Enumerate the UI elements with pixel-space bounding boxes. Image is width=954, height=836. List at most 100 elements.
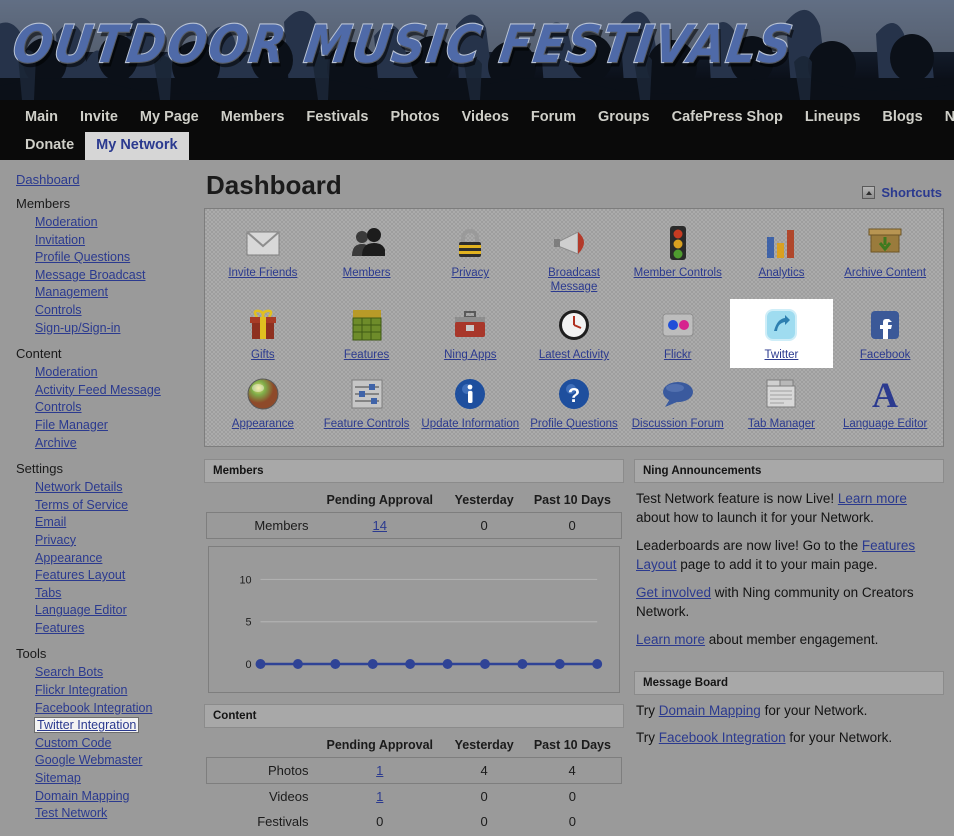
nav-item-blogs[interactable]: Blogs [871,104,933,132]
sidebar-link-tools-sitemap[interactable]: Sitemap [35,771,81,785]
sidebar-link-settings-privacy[interactable]: Privacy [35,533,76,547]
nav-item-festivals[interactable]: Festivals [295,104,379,132]
shortcut-tile-feature-controls[interactable]: Feature Controls [315,368,419,437]
list-item[interactable]: Test Network [35,805,195,823]
list-item[interactable]: Sign-up/Sign-in [35,320,195,338]
sidebar-link-settings-features[interactable]: Features [35,621,84,635]
nav-item-invite[interactable]: Invite [69,104,129,132]
nav-item-groups[interactable]: Groups [587,104,661,132]
list-item[interactable]: Sitemap [35,770,195,788]
nav-item-notes[interactable]: Notes [934,104,954,132]
shortcut-label-twitter[interactable]: Twitter [765,349,799,361]
list-item[interactable]: Google Webmaster [35,752,195,770]
announcement-link[interactable]: Learn more [636,632,705,647]
shortcut-tile-archive-content[interactable]: Archive Content [833,217,937,299]
sidebar-link-content-activity-feed-message[interactable]: Activity Feed Message [35,383,161,397]
sidebar-link-settings-terms-of-service[interactable]: Terms of Service [35,498,128,512]
announcement-link[interactable]: Get involved [636,585,711,600]
list-item[interactable]: Facebook Integration [35,700,195,718]
sidebar-link-settings-language-editor[interactable]: Language Editor [35,603,127,617]
sidebar-link-settings-email[interactable]: Email [35,515,66,529]
shortcut-tile-flickr[interactable]: Flickr [626,299,730,368]
shortcut-label-feature-controls[interactable]: Feature Controls [324,418,410,430]
nav-item-my-page[interactable]: My Page [129,104,210,132]
shortcut-label-archive-content[interactable]: Archive Content [844,267,926,279]
sidebar-link-tools-test-network[interactable]: Test Network [35,806,107,820]
sidebar-link-members-signup-signin[interactable]: Sign-up/Sign-in [35,321,120,335]
shortcut-tile-profile-questions[interactable]: ? Profile Questions [522,368,626,437]
list-item[interactable]: Invitation [35,232,195,250]
sidebar-link-tools-domain-mapping[interactable]: Domain Mapping [35,789,130,803]
shortcut-label-member-controls[interactable]: Member Controls [634,267,722,279]
list-item[interactable]: Domain Mapping [35,788,195,806]
sidebar-link-settings-appearance[interactable]: Appearance [35,551,102,565]
message-board-link[interactable]: Facebook Integration [659,730,786,745]
sidebar-link-settings-tabs[interactable]: Tabs [35,586,61,600]
list-item[interactable]: Terms of Service [35,497,195,515]
shortcut-label-members[interactable]: Members [343,267,391,279]
shortcut-tile-member-controls[interactable]: Member Controls [626,217,730,299]
list-item[interactable]: Search Bots [35,664,195,682]
shortcut-label-features[interactable]: Features [344,349,389,361]
shortcut-tile-discussion-forum[interactable]: Discussion Forum [626,368,730,437]
members-pending-link[interactable]: 14 [373,518,387,533]
sidebar-link-tools-twitter-integration[interactable]: Twitter Integration [33,717,140,734]
sidebar-link-dashboard[interactable]: Dashboard [16,172,80,187]
sidebar-link-members-moderation[interactable]: Moderation [35,215,98,229]
photos-pending-link[interactable]: 1 [376,763,383,778]
list-item[interactable]: Custom Code [35,735,195,753]
shortcut-tile-update-information[interactable]: Update Information [418,368,522,437]
shortcut-label-profile-questions[interactable]: Profile Questions [530,418,618,430]
shortcut-tile-latest-activity[interactable]: Latest Activity [522,299,626,368]
shortcut-label-gifts[interactable]: Gifts [251,349,275,361]
list-item[interactable]: Message Broadcast [35,267,195,285]
list-item[interactable]: Network Details [35,479,195,497]
sidebar-link-content-controls[interactable]: Controls [35,400,82,414]
list-item[interactable]: File Manager [35,417,195,435]
videos-pending-link[interactable]: 1 [376,789,383,804]
shortcut-label-flickr[interactable]: Flickr [664,349,691,361]
nav-item-cafepress-shop[interactable]: CafePress Shop [661,104,794,132]
list-item[interactable]: Profile Questions [35,249,195,267]
nav-item-my-network[interactable]: My Network [85,132,189,160]
sidebar-link-tools-flickr-integration[interactable]: Flickr Integration [35,683,127,697]
sidebar-link-members-message-broadcast[interactable]: Message Broadcast [35,268,145,282]
shortcut-label-analytics[interactable]: Analytics [758,267,804,279]
shortcut-label-ning-apps[interactable]: Ning Apps [444,349,496,361]
sidebar-item-dashboard[interactable]: Dashboard [16,172,195,187]
shortcut-tile-tab-manager[interactable]: Tab Manager [730,368,834,437]
shortcut-label-broadcast-message[interactable]: Broadcast Message [548,267,600,293]
collapse-triangle-icon[interactable] [862,186,876,199]
list-item[interactable]: Privacy [35,532,195,550]
list-item[interactable]: Moderation [35,364,195,382]
nav-item-videos[interactable]: Videos [451,104,520,132]
sidebar-link-settings-network-details[interactable]: Network Details [35,480,123,494]
list-item[interactable]: Language Editor [35,602,195,620]
shortcut-label-privacy[interactable]: Privacy [451,267,489,279]
list-item[interactable]: Flickr Integration [35,682,195,700]
shortcut-tile-invite-friends[interactable]: Invite Friends [211,217,315,299]
shortcuts-toggle[interactable]: Shortcuts [862,185,942,200]
list-item[interactable]: Activity Feed Message [35,382,195,400]
list-item[interactable]: Archive [35,435,195,453]
message-board-link[interactable]: Domain Mapping [659,703,761,718]
list-item[interactable]: Features [35,620,195,638]
shortcut-tile-facebook[interactable]: Facebook [833,299,937,368]
shortcut-label-facebook[interactable]: Facebook [860,349,911,361]
nav-item-lineups[interactable]: Lineups [794,104,872,132]
announcement-link[interactable]: Learn more [838,491,907,506]
shortcut-tile-language-editor[interactable]: A Language Editor [833,368,937,437]
shortcut-label-latest-activity[interactable]: Latest Activity [539,349,609,361]
sidebar-link-settings-features-layout[interactable]: Features Layout [35,568,125,582]
nav-item-forum[interactable]: Forum [520,104,587,132]
shortcut-tile-analytics[interactable]: Analytics [730,217,834,299]
shortcut-tile-appearance[interactable]: Appearance [211,368,315,437]
shortcut-tile-ning-apps[interactable]: Ning Apps [418,299,522,368]
shortcut-tile-twitter[interactable]: Twitter [729,299,834,368]
shortcut-tile-broadcast-message[interactable]: Broadcast Message [522,217,626,299]
shortcut-label-update-information[interactable]: Update Information [421,418,519,430]
shortcut-tile-privacy[interactable]: Privacy [418,217,522,299]
nav-item-photos[interactable]: Photos [380,104,451,132]
sidebar-link-members-controls[interactable]: Controls [35,303,82,317]
sidebar-link-tools-search-bots[interactable]: Search Bots [35,665,103,679]
